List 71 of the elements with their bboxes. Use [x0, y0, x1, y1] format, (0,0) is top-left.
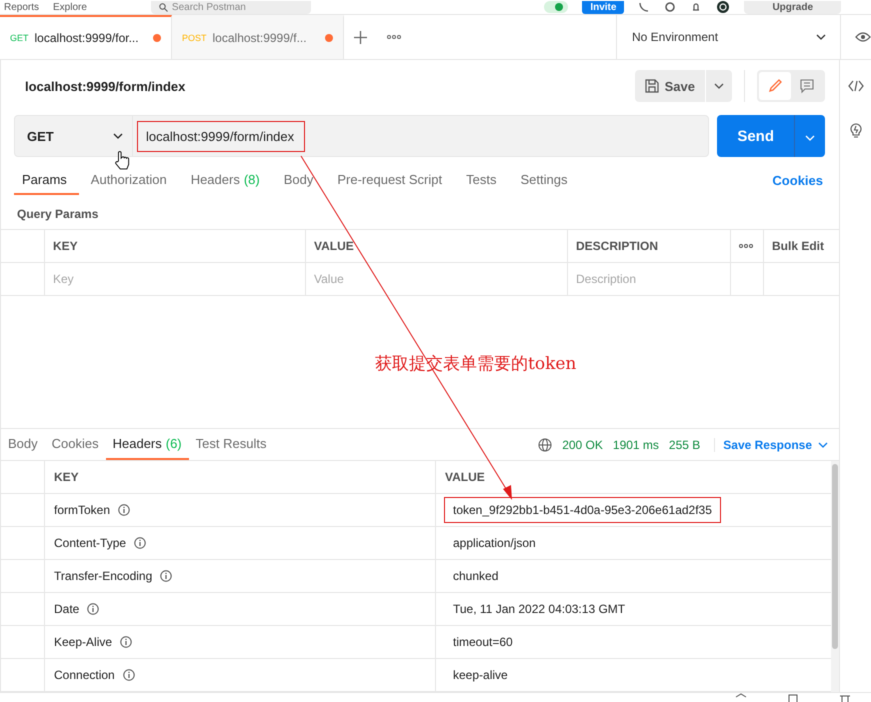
method-label: GET	[10, 33, 29, 43]
request-title: localhost:9999/form/index	[25, 78, 186, 94]
invite-button[interactable]: Invite	[582, 0, 624, 14]
comment-icon[interactable]	[799, 78, 815, 94]
method-label: POST	[182, 33, 207, 43]
info-icon	[118, 504, 130, 516]
header-value: keep-alive	[452, 667, 509, 684]
header-key: Keep-Alive	[45, 626, 436, 659]
caret-icon	[816, 34, 826, 40]
request-tab[interactable]: GET localhost:9999/for...	[0, 15, 172, 59]
environment-dropdown[interactable]: No Environment	[616, 15, 840, 59]
response-tab[interactable]: Headers (6)	[106, 429, 189, 460]
header-value: application/json	[452, 535, 537, 552]
bulk-edit-button[interactable]: Bulk Edit	[764, 230, 839, 263]
search-field[interactable]: Search Postman	[150, 0, 311, 14]
pencil-icon[interactable]	[767, 78, 783, 94]
header-key: Date	[45, 593, 436, 626]
request-option-tab[interactable]: Tests	[458, 165, 508, 195]
request-option-tab[interactable]: Body	[276, 165, 326, 195]
column-header: VALUE	[306, 230, 568, 263]
floppy-icon	[644, 79, 659, 93]
caret-icon	[805, 134, 815, 140]
info-icon	[160, 570, 172, 582]
info-icon	[120, 636, 132, 648]
scrollbar-thumb[interactable]	[832, 464, 838, 649]
globe-icon[interactable]	[538, 438, 552, 452]
request-option-tab[interactable]: Pre-request Script	[329, 165, 454, 195]
code-icon[interactable]	[848, 80, 864, 92]
response-tab[interactable]: Test Results	[188, 429, 274, 460]
nav-link[interactable]: Explore	[53, 2, 87, 12]
column-header: DESCRIPTION	[568, 230, 731, 263]
search-icon	[158, 2, 168, 12]
header-key: Transfer-Encoding	[45, 560, 436, 593]
caret-icon	[818, 442, 828, 448]
response-tab[interactable]: Body	[1, 429, 45, 460]
header-value: chunked	[452, 568, 500, 585]
request-option-tab[interactable]: Params	[14, 165, 79, 195]
sync-status-icon	[544, 1, 568, 13]
request-tab[interactable]: POST localhost:9999/f...	[172, 15, 344, 59]
response-size: 255 B	[668, 438, 700, 452]
response-tab[interactable]: Cookies	[44, 429, 106, 460]
header-value: token_9f292bb1-b451-4d0a-95e3-206e61ad2f35	[444, 497, 721, 523]
more-icon[interactable]	[739, 244, 753, 248]
request-option-tab[interactable]: Authorization	[82, 165, 179, 195]
avatar-icon[interactable]	[716, 0, 730, 14]
save-response-button[interactable]: Save Response	[714, 438, 828, 452]
request-option-tab[interactable]: Settings	[512, 165, 580, 195]
column-header: KEY	[45, 230, 306, 263]
plus-icon[interactable]	[354, 30, 367, 44]
more-icon[interactable]	[387, 35, 401, 39]
status-code: 200 OK	[562, 438, 603, 452]
info-icon	[87, 603, 100, 615]
response-time: 1901 ms	[612, 438, 659, 452]
column-header: KEY	[45, 461, 436, 494]
info-icon	[122, 669, 135, 681]
lightbulb-icon[interactable]	[848, 122, 862, 138]
header-key: Connection	[45, 659, 436, 692]
header-key: formToken	[45, 494, 436, 527]
tab-title: localhost:9999/f...	[212, 31, 308, 45]
section-title: Query Params	[16, 206, 100, 223]
caret-icon	[714, 83, 724, 89]
request-option-tab[interactable]: Headers (8)	[182, 165, 272, 195]
cookies-link[interactable]: Cookies	[772, 165, 823, 195]
header-key: Content-Type	[45, 527, 436, 560]
info-icon	[134, 537, 146, 549]
upgrade-button[interactable]: Upgrade	[744, 0, 841, 14]
nav-link[interactable]: Reports	[4, 2, 40, 12]
header-value: Tue, 11 Jan 2022 04:03:13 GMT	[452, 601, 626, 618]
tab-title: localhost:9999/for...	[34, 31, 140, 45]
header-value: timeout=60	[452, 634, 514, 651]
eye-icon[interactable]	[855, 32, 871, 42]
